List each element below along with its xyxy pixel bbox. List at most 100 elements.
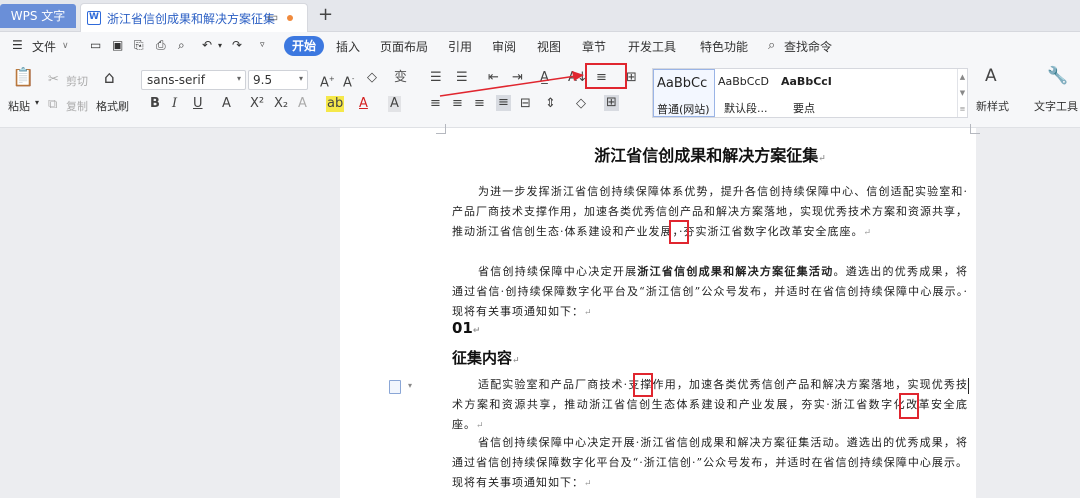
decrease-indent-icon[interactable]: ⇤ (488, 70, 499, 86)
paragraph-marks-highlight (585, 63, 627, 89)
align-center-icon[interactable]: ≡ (452, 96, 463, 112)
line-spacing-icon[interactable]: ⇕ (545, 96, 556, 112)
wrench-icon[interactable]: 🔧 (1047, 68, 1068, 85)
highlight-icon[interactable]: ab (326, 96, 345, 112)
hidden-mark-highlight (669, 220, 689, 244)
page-corner-mark (436, 124, 446, 134)
shading-icon[interactable]: ◇ (576, 96, 586, 112)
unsaved-dot-icon (287, 15, 293, 21)
paste-dropdown-icon[interactable]: ▾ (35, 98, 39, 107)
ribbon-toolbar: 📋 粘贴 ▾ ✂ 剪切 ⧉ 复制 ⌂ 格式刷 sans-serif ▾ 9.5 … (0, 60, 1080, 128)
menu-file[interactable]: 文件 (32, 38, 56, 55)
paragraph-handle-dropdown-icon[interactable]: ▾ (408, 381, 412, 390)
search-icon[interactable]: ⌕ (768, 38, 775, 53)
font-name-dropdown-icon: ▾ (236, 74, 241, 83)
text-effect-icon[interactable]: A (298, 96, 307, 112)
menu-review[interactable]: 审阅 (492, 38, 516, 55)
paste-icon[interactable]: 📋 (12, 69, 34, 87)
document-background (976, 128, 1080, 498)
print-icon[interactable]: ⎙ (156, 38, 166, 53)
paragraph-2: 省信创持续保障中心决定开展浙江省信创成果和解决方案征集活动。遴选出的优秀成果，将… (452, 265, 969, 318)
text-tools-button[interactable]: 文字工具 (1034, 98, 1078, 114)
style-default-paragraph[interactable]: AaBbCcD 默认段... (716, 69, 778, 117)
file-chevron-icon[interactable]: ∨ (62, 41, 69, 51)
new-tab-button[interactable]: + (318, 4, 333, 26)
export-icon[interactable]: ⎘ (134, 38, 144, 53)
italic-icon[interactable]: I (172, 96, 177, 112)
font-size-select[interactable]: 9.5 ▾ (248, 70, 308, 90)
new-style-button[interactable]: 新样式 (976, 98, 1009, 114)
superscript-icon[interactable]: X² (250, 96, 264, 112)
style-preview: AaBbCcD (718, 75, 769, 88)
hidden-mark-highlight (899, 393, 919, 419)
save-icon[interactable]: ▣ (112, 38, 123, 52)
paste-button[interactable]: 粘贴 (8, 98, 30, 114)
format-painter-button[interactable]: 格式刷 (96, 98, 129, 114)
document-tab[interactable]: W 浙江省信创成果和解决方案征集 ▭ (80, 3, 308, 32)
style-gallery-scroll[interactable]: ▲ ▼ ≡ (957, 69, 967, 117)
document-title: 浙江省信创成果和解决方案征集↵ (594, 146, 826, 165)
font-color-icon[interactable]: A (359, 96, 368, 112)
phonetic-guide-icon[interactable]: 变 (394, 70, 407, 86)
increase-indent-icon[interactable]: ⇥ (512, 70, 523, 86)
undo-dropdown-icon[interactable]: ▾ (218, 41, 222, 50)
open-folder-icon[interactable]: ▭ (90, 38, 101, 52)
bold-icon[interactable]: B (150, 96, 160, 112)
hidden-mark-highlight (633, 373, 653, 397)
style-gallery: AaBbCc 普通(网站) AaBbCcD 默认段... AaBbCcI 要点 … (652, 68, 968, 118)
document-icon: W (87, 11, 101, 25)
new-style-icon[interactable]: A (985, 68, 997, 85)
menu-view[interactable]: 视图 (537, 38, 561, 55)
clear-format-icon[interactable]: ◇ (367, 70, 377, 86)
strikethrough-icon[interactable]: A (222, 96, 231, 112)
grow-font-icon[interactable]: A+ (320, 71, 335, 91)
chinese-layout-icon[interactable]: A̲ (540, 70, 549, 86)
redo-icon[interactable]: ↷ (232, 38, 242, 52)
print-preview-icon[interactable]: ⌕ (178, 38, 185, 53)
app-tab[interactable]: WPS 文字 (0, 4, 76, 28)
customize-icon[interactable]: ▿ (260, 40, 265, 50)
paragraph-4: 省信创持续保障中心决定开展·浙江省信创成果和解决方案征集活动。遴选出的优秀成果，… (452, 436, 968, 489)
font-name-select[interactable]: sans-serif ▾ (141, 70, 246, 90)
tab-bar: WPS 文字 W 浙江省信创成果和解决方案征集 ▭ + (0, 0, 1080, 32)
menu-developer[interactable]: 开发工具 (628, 38, 676, 55)
style-preview: AaBbCc (657, 76, 708, 91)
menu-start[interactable]: 开始 (284, 36, 324, 56)
underline-icon[interactable]: U (193, 96, 203, 112)
menu-insert[interactable]: 插入 (336, 38, 360, 55)
copy-button[interactable]: 复制 (66, 98, 88, 114)
cut-icon[interactable]: ✂ (48, 72, 59, 88)
cut-button[interactable]: 剪切 (66, 73, 88, 89)
align-right-icon[interactable]: ≡ (474, 96, 485, 112)
undo-icon[interactable]: ↶ (202, 38, 212, 52)
menu-page-layout[interactable]: 页面布局 (380, 38, 428, 55)
style-name: 要点 (793, 102, 815, 115)
subscript-icon[interactable]: X₂ (274, 96, 288, 112)
style-key-point[interactable]: AaBbCcI 要点 (779, 69, 841, 117)
copy-icon[interactable]: ⧉ (48, 97, 57, 113)
page-corner-mark (970, 124, 980, 134)
menu-references[interactable]: 引用 (448, 38, 472, 55)
borders-icon[interactable]: ⊞ (604, 95, 619, 111)
search-command[interactable]: 查找命令 (784, 38, 832, 55)
paragraph-3[interactable]: 适配实验室和产品厂商技术·支撑作用，加速各类优秀信创产品和解决方案落地，实现优秀… (452, 375, 968, 436)
monitor-icon[interactable]: ▭ (267, 10, 278, 24)
menu-chapter[interactable]: 章节 (582, 38, 606, 55)
paragraph-handle-icon[interactable] (389, 380, 401, 394)
menu-special-features[interactable]: 特色功能 (700, 38, 748, 55)
style-normal-web[interactable]: AaBbCc 普通(网站) (653, 69, 715, 117)
shrink-font-icon[interactable]: A- (343, 71, 354, 91)
format-painter-icon[interactable]: ⌂ (104, 70, 115, 87)
char-shading-icon[interactable]: A (388, 96, 401, 112)
hamburger-icon[interactable]: ☰ (12, 38, 23, 52)
distributed-align-icon[interactable]: ⊟ (520, 96, 531, 112)
numbered-list-icon[interactable]: ☰ (456, 70, 468, 86)
style-name: 默认段... (724, 102, 768, 115)
bullet-list-icon[interactable]: ☰ (430, 70, 442, 86)
font-size-value: 9.5 (253, 73, 273, 87)
style-name: 普通(网站) (657, 103, 710, 116)
align-left-icon[interactable]: ≡ (430, 96, 441, 112)
justify-icon[interactable]: ≡ (496, 95, 511, 111)
table-icon[interactable]: ⊞ (626, 70, 637, 86)
font-size-dropdown-icon: ▾ (298, 74, 303, 83)
